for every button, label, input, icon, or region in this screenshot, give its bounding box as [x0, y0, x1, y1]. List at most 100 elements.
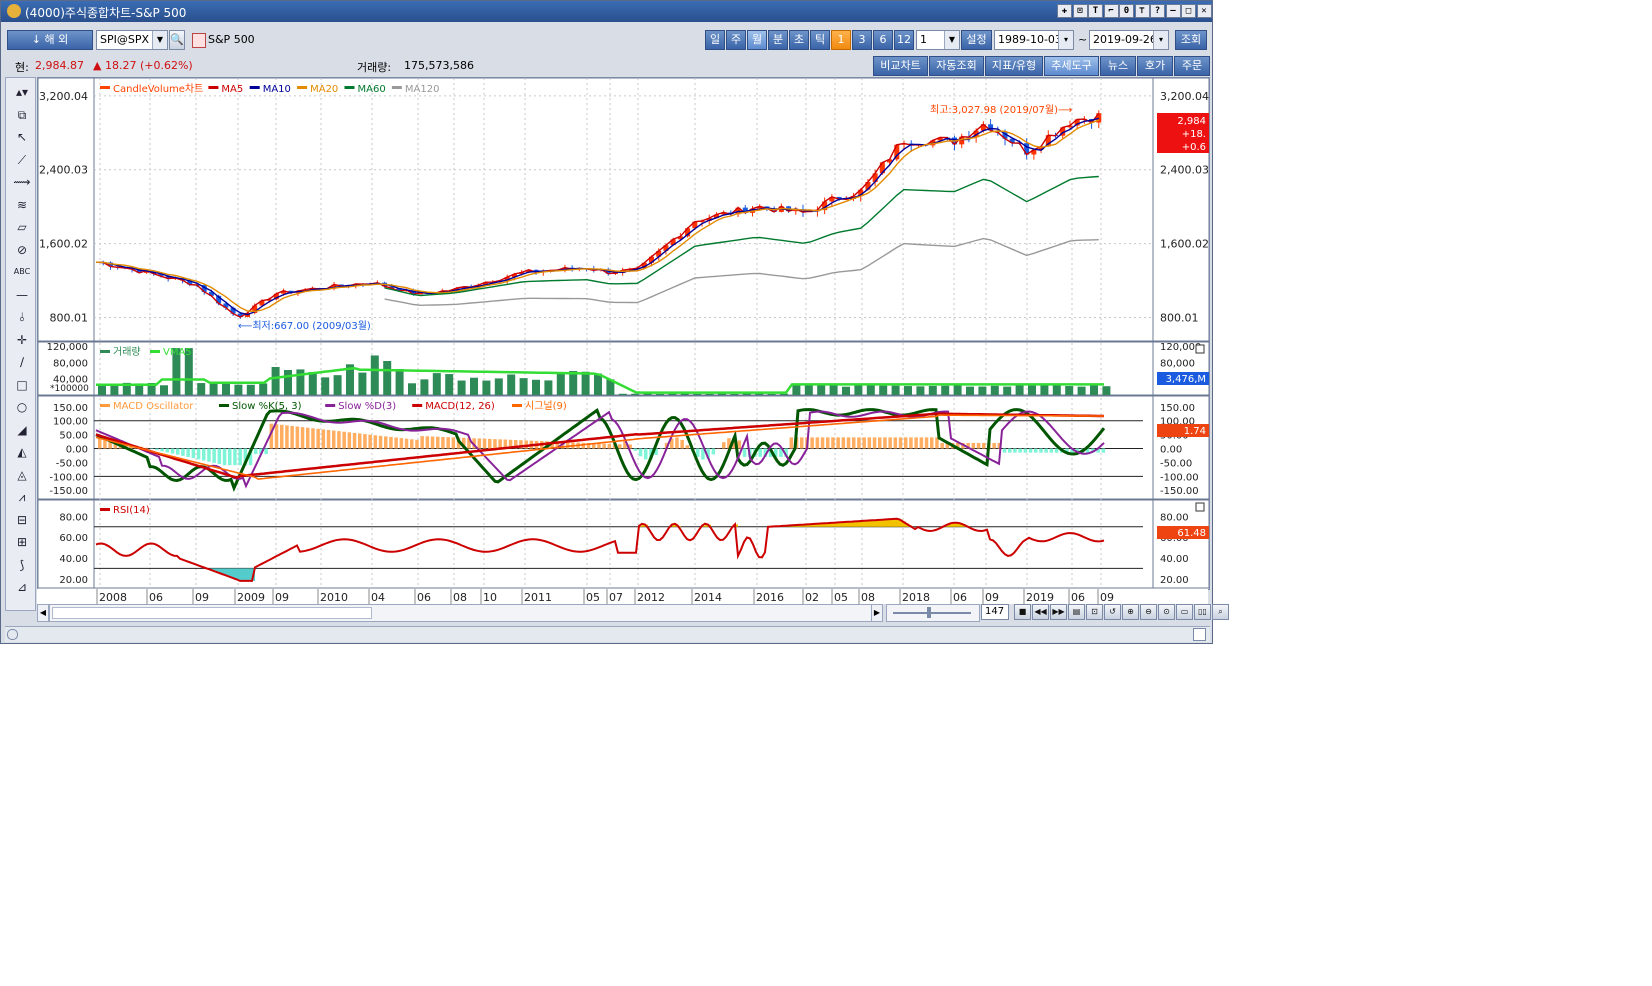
zoom-out-icon[interactable]: ⊖ [1140, 604, 1157, 620]
period-button-4[interactable]: 초 [789, 30, 809, 50]
count-select[interactable]: 1 ▼ [916, 30, 960, 50]
triangle-icon[interactable]: ◭ [13, 444, 31, 460]
parallelogram-icon[interactable]: ▱ [13, 219, 31, 235]
pitchfork-icon[interactable]: ◬ [13, 467, 31, 483]
macd-osc-bar [290, 425, 294, 449]
horizontal-line-icon[interactable]: — [13, 287, 31, 303]
split-icon[interactable]: ▯▯ [1194, 604, 1211, 620]
forward-icon[interactable]: ▶▶ [1050, 604, 1067, 620]
macd-osc-bar [228, 448, 232, 466]
volume-bar [482, 380, 491, 395]
chevron-down-icon[interactable]: ▼ [944, 31, 959, 49]
zoom-in-icon[interactable]: ⊕ [1122, 604, 1139, 620]
date-from-input[interactable]: 1989-10-03 ▾ [994, 30, 1074, 50]
cycle-icon[interactable]: ⟆ [13, 557, 31, 573]
action-button-6[interactable]: 주문 [1174, 56, 1210, 76]
macd-osc-bar [176, 448, 180, 455]
title-bar: (4000)주식종합차트-S&P 500 ✚ ⊡ T ⌐ 0 ⊤? — □ ✕ [1, 1, 1212, 22]
interval-button-2[interactable]: 6 [873, 30, 893, 50]
query-button[interactable]: 조회 [1175, 30, 1207, 50]
fib-retracement-icon[interactable]: ⊟ [13, 512, 31, 528]
title-button-8[interactable]: □ [1181, 4, 1196, 18]
action-button-3[interactable]: 추세도구 [1044, 56, 1099, 76]
text-tool-icon[interactable]: ABC [13, 264, 31, 280]
title-button-9[interactable]: ✕ [1196, 4, 1212, 18]
interval-button-3[interactable]: 12 [894, 30, 914, 50]
visible-count-input[interactable]: 147 [981, 604, 1009, 620]
reset-icon[interactable]: ↺ [1104, 604, 1121, 620]
rewind-icon[interactable]: ◀◀ [1032, 604, 1049, 620]
period-button-1[interactable]: 주 [726, 30, 746, 50]
title-button-3[interactable]: ⌐ [1103, 4, 1119, 18]
magnify-icon[interactable]: ⌕ [1212, 604, 1229, 620]
channel-icon[interactable]: ≋ [13, 197, 31, 213]
title-button-0[interactable]: ✚ [1057, 4, 1072, 18]
period-button-5[interactable]: 틱 [810, 30, 830, 50]
action-button-0[interactable]: 비교차트 [873, 56, 928, 76]
macd-osc-bar [233, 448, 237, 466]
chevron-down-icon[interactable]: ▼ [152, 31, 167, 49]
scrollbar-thumb[interactable] [52, 607, 372, 619]
zigzag-icon[interactable]: ⟿ [13, 174, 31, 190]
circle-icon[interactable]: ○ [13, 399, 31, 415]
macd-osc-bar [675, 437, 679, 449]
zoom-slider[interactable] [886, 604, 980, 622]
action-button-1[interactable]: 자동조회 [929, 56, 984, 76]
frame-icon[interactable]: ▭ [1176, 604, 1193, 620]
volume-bar [928, 385, 937, 395]
title-button-6[interactable]: ? [1150, 4, 1165, 18]
zoom-slider-handle[interactable] [927, 607, 931, 618]
settings-button[interactable]: 설정 [961, 30, 992, 50]
title-button-7[interactable]: — [1165, 4, 1181, 18]
horizontal-scrollbar[interactable] [49, 604, 873, 622]
fib-fan-icon[interactable]: ◢ [13, 422, 31, 438]
pointer-icon[interactable]: ↖ [13, 129, 31, 145]
macd-osc-bar [758, 448, 762, 457]
action-button-2[interactable]: 지표/유형 [985, 56, 1043, 76]
volume-bar [209, 383, 218, 395]
action-button-4[interactable]: 뉴스 [1100, 56, 1136, 76]
macd-osc-bar [1054, 448, 1059, 453]
date-to-input[interactable]: 2019-09-26 ▾ [1089, 30, 1169, 50]
period-button-3[interactable]: 분 [768, 30, 788, 50]
title-button-4[interactable]: 0 [1119, 4, 1134, 18]
title-button-1[interactable]: ⊡ [1072, 4, 1088, 18]
resize-grip-icon[interactable] [1193, 628, 1206, 641]
interval-button-0[interactable]: 1 [831, 30, 851, 50]
volume-bar [1065, 386, 1074, 395]
scroll-left-icon[interactable]: ◀ [37, 604, 49, 622]
x-axis-label: 06 [149, 591, 163, 604]
zoom-fit-icon[interactable]: ⊙ [1158, 604, 1175, 620]
search-icon[interactable]: 🔍 [169, 30, 185, 50]
stop-icon[interactable]: ■ [1014, 604, 1031, 620]
favorite-icon[interactable] [192, 33, 206, 48]
symbol-code-input[interactable]: SPI@SPX ▼ [96, 30, 168, 50]
macd-osc-bar [633, 448, 638, 451]
ray-icon[interactable]: ∕ [13, 354, 31, 370]
trendline-icon[interactable]: ⟋ [13, 152, 31, 168]
chart-area[interactable]: 3,200.04 3,200.04 2,400.03 2,400.03 1,600.02… [37, 77, 1210, 590]
layers-icon[interactable]: ⧉ [13, 107, 31, 123]
eraser-icon[interactable]: ⊘ [13, 242, 31, 258]
vertical-line-icon[interactable]: ⫰ [13, 309, 31, 325]
period-button-0[interactable]: 일 [705, 30, 725, 50]
title-button-2[interactable]: T [1088, 4, 1103, 18]
fib-extension-icon[interactable]: ⊞ [13, 534, 31, 550]
chevron-down-icon[interactable]: ▾ [1058, 31, 1073, 49]
x-axis-label: 06 [953, 591, 967, 604]
arc-icon[interactable]: ⩘ [13, 489, 31, 505]
interval-button-1[interactable]: 3 [852, 30, 872, 50]
list-icon[interactable]: ▤ [1068, 604, 1085, 620]
chevron-down-icon[interactable]: ▾ [1153, 31, 1168, 49]
scroll-arrows-icon[interactable]: ▴▾ [13, 84, 31, 100]
title-button-5[interactable]: ⊤ [1134, 4, 1150, 18]
scroll-right-icon[interactable]: ▶ [871, 604, 883, 622]
market-toggle-button[interactable]: ↓ 해 외 [7, 30, 93, 50]
macd-osc-bar [982, 442, 986, 449]
zoom-box-icon[interactable]: ⊡ [1086, 604, 1103, 620]
crosshair-icon[interactable]: ✛ [13, 332, 31, 348]
gann-icon[interactable]: ⊿ [13, 579, 31, 595]
rectangle-icon[interactable]: □ [13, 377, 31, 393]
period-button-2[interactable]: 월 [747, 30, 767, 50]
action-button-5[interactable]: 호가 [1137, 56, 1173, 76]
